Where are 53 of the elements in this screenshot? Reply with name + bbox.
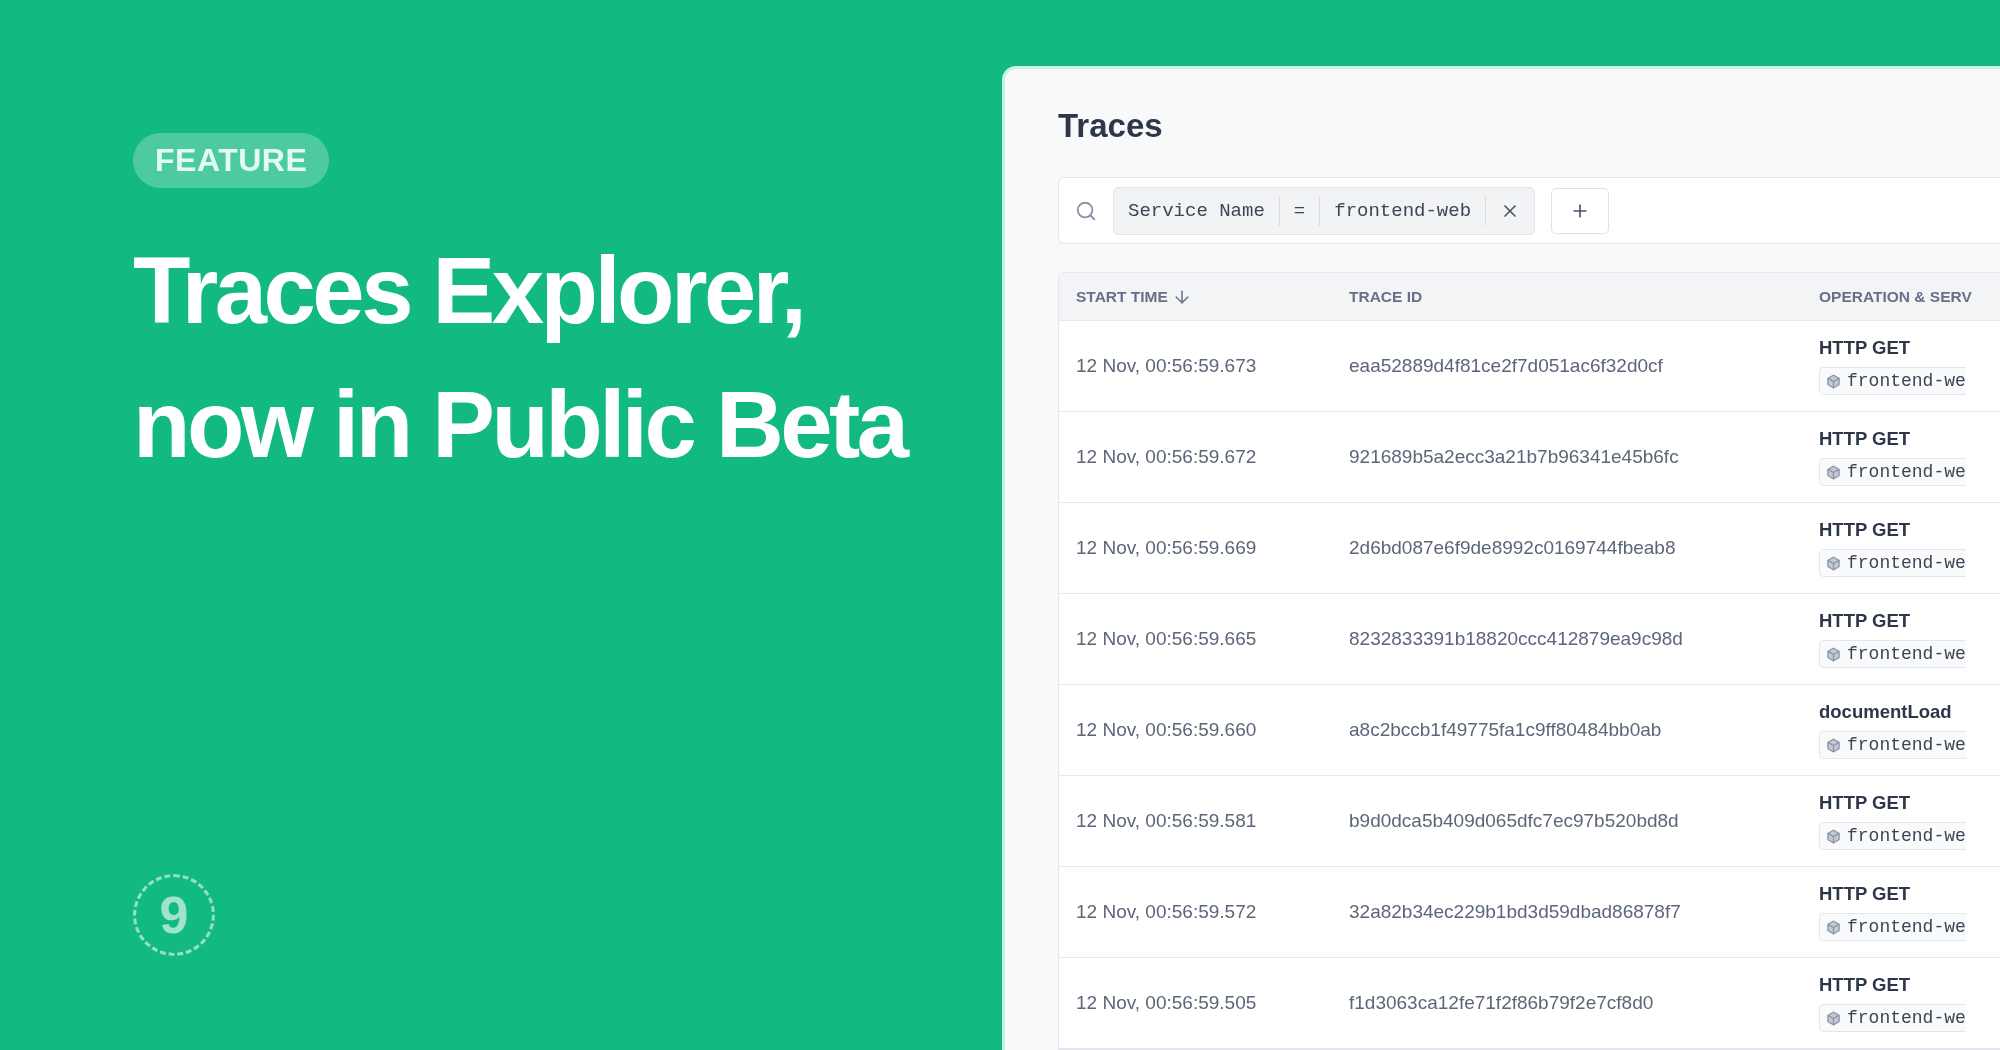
operation-name: HTTP GET [1819,337,1911,359]
service-tag: frontend-we [1819,458,1966,486]
logo: 9 [133,874,215,956]
start-time-cell-text: 12 Nov, 00:56:59.673 [1075,355,1258,377]
column-header[interactable]: OPERATION & SERV [1819,287,2000,306]
search-icon [1075,199,1097,222]
filter-chip[interactable]: Service Name = frontend-web [1113,186,1536,235]
start-time-cell-text: 12 Nov, 00:56:59.572 [1075,901,1258,923]
cube-icon [1826,919,1841,935]
trace-id-cell-text: 921689b5a2ecc3a21b7b96341e45b6fc [1349,446,1680,468]
filter-key: Service Name [1114,195,1280,226]
cube-icon [1826,737,1841,753]
service-tag: frontend-we [1819,913,1966,941]
trace-id-cell-text: f1d3063ca12fe71f2f86b79f2e7cf8d0 [1349,992,1655,1014]
service-tag: frontend-we [1819,549,1966,577]
operation-name: HTTP GET [1819,610,1911,632]
cube-icon [1826,646,1841,662]
filter-value: frontend-web [1320,195,1487,226]
cube-icon [1826,828,1841,844]
service-tag: frontend-we [1819,731,1966,759]
trace-id-cell-text: 2d6bd087e6f9de8992c0169744fbeab8 [1349,537,1677,559]
page-title: Traces [1058,107,1164,145]
trace-id-cell-text: a8c2bccb1f49775fa1c9ff80484bb0ab [1349,719,1663,741]
operation-name: documentLoad [1819,701,1952,723]
column-header[interactable]: TRACE ID [1349,287,1819,306]
operation-name: HTTP GET [1819,883,1911,905]
feature-badge: FEATURE [133,133,330,188]
start-time-cell-text: 12 Nov, 00:56:59.505 [1075,992,1258,1014]
cube-icon [1826,464,1841,480]
operation-name: HTTP GET [1819,519,1911,541]
start-time-cell-text: 12 Nov, 00:56:59.669 [1075,537,1258,559]
start-time-cell-text: 12 Nov, 00:56:59.660 [1075,719,1258,741]
trace-id-cell-text: 8232833391b18820ccc412879ea9c98d [1349,628,1684,650]
operation-name: HTTP GET [1819,428,1911,450]
trace-id-cell-text: b9d0dca5b409d065dfc7ec97b520bd8d [1349,810,1680,832]
cube-icon [1826,373,1841,389]
cube-icon [1826,1010,1841,1026]
search-field[interactable]: Service Name = frontend-web [1058,177,2000,244]
service-tag: frontend-we [1819,640,1966,668]
trace-id-cell-text: 32a82b34ec229b1bd3d59dbad86878f7 [1349,901,1682,923]
service-tag: frontend-we [1819,367,1966,395]
service-tag: frontend-we [1819,822,1966,850]
operation-name: HTTP GET [1819,792,1911,814]
headline: Traces Explorer, now in Public Beta [133,237,908,479]
trace-id-cell-text: eaa52889d4f81ce2f7d051ac6f32d0cf [1349,355,1664,377]
column-header[interactable]: START TIME [1059,286,1349,307]
start-time-cell-text: 12 Nov, 00:56:59.665 [1075,628,1258,650]
service-tag: frontend-we [1819,1004,1966,1032]
start-time-cell-text: 12 Nov, 00:56:59.581 [1075,810,1258,832]
filter-operator: = [1279,195,1321,226]
operation-name: HTTP GET [1819,974,1911,996]
cube-icon [1826,555,1841,571]
start-time-cell-text: 12 Nov, 00:56:59.672 [1075,446,1258,468]
